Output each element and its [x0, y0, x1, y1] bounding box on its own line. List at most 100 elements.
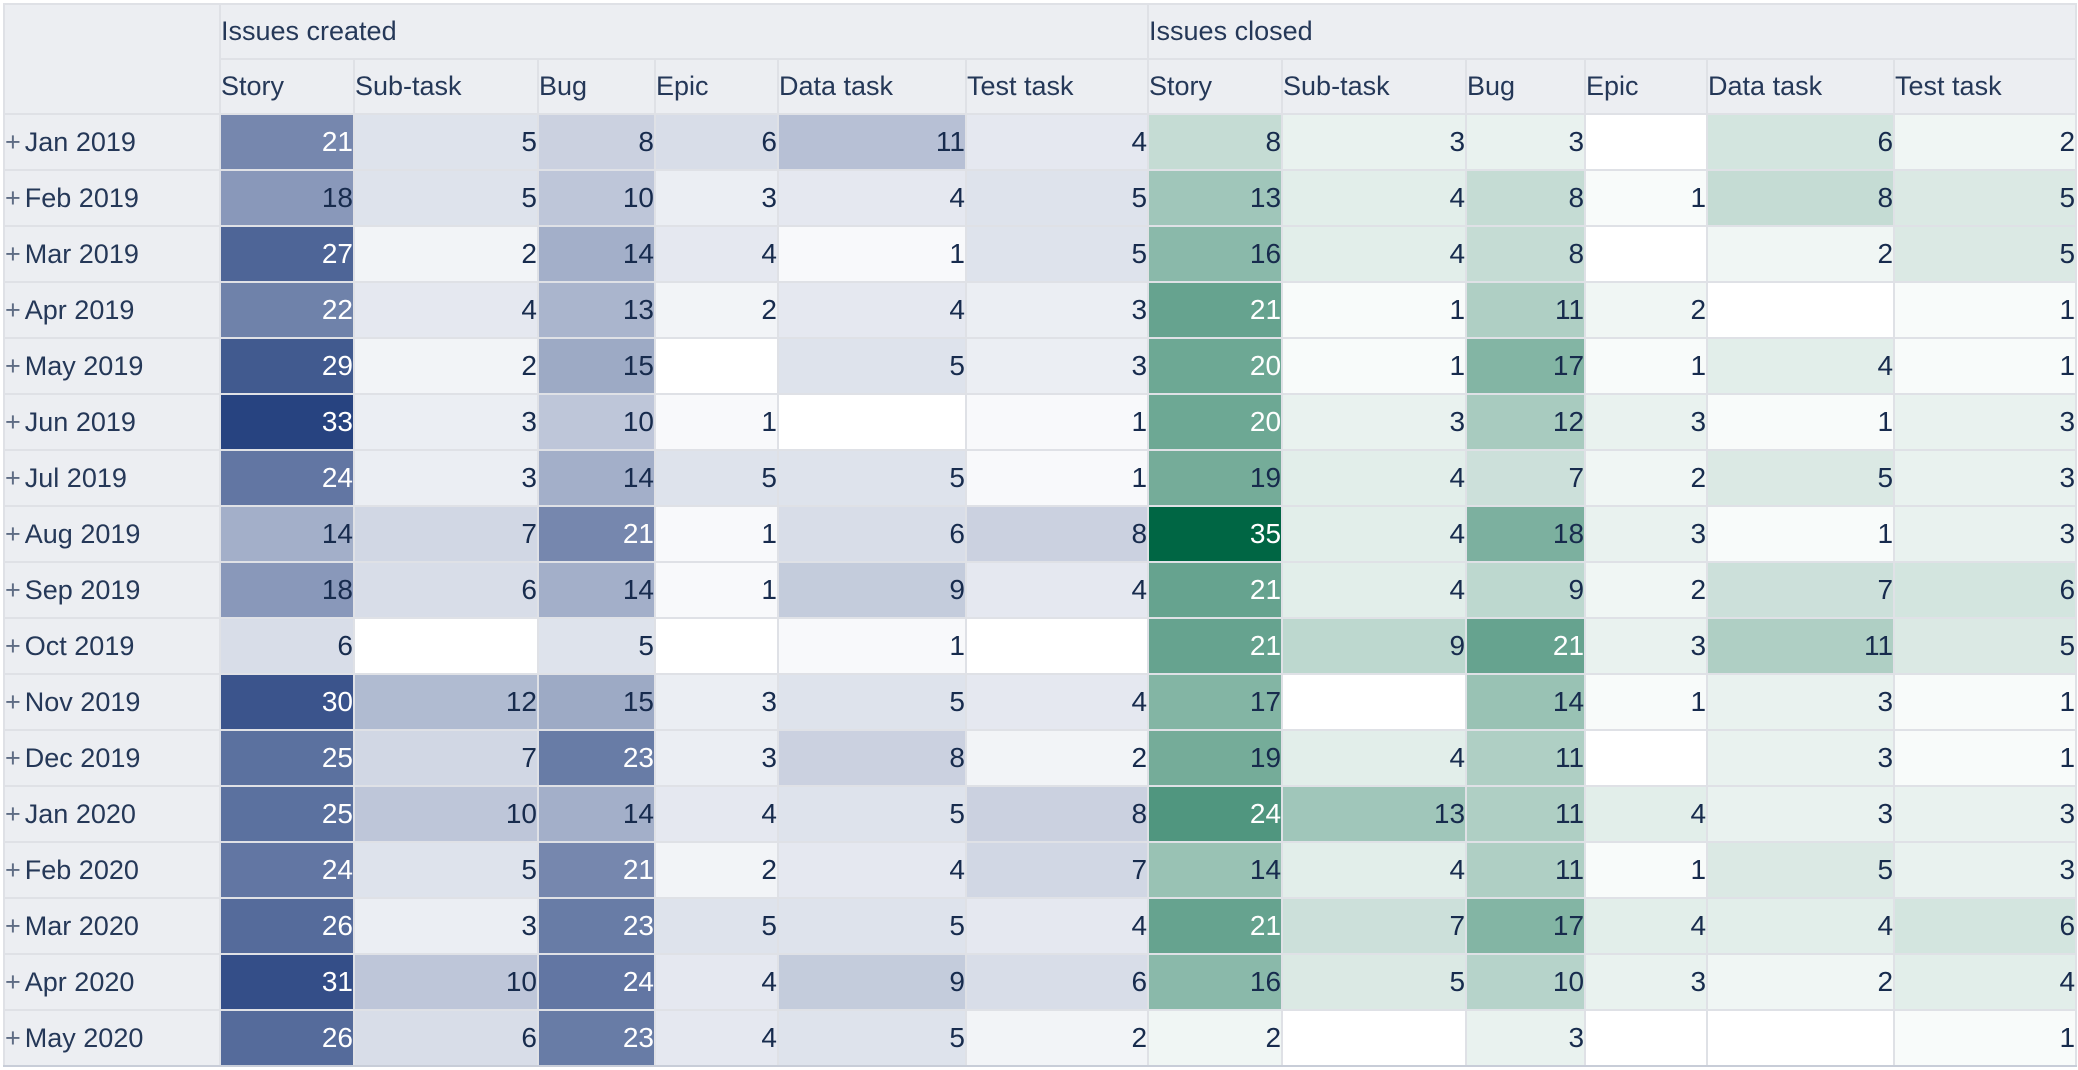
expand-icon[interactable]: + — [6, 687, 21, 717]
cell-closed-sub-task: 7 — [1281, 897, 1468, 955]
row-header[interactable]: + May 2019 — [3, 337, 221, 395]
cell-closed-story: 35 — [1147, 505, 1284, 563]
expand-icon[interactable]: + — [6, 575, 21, 605]
cell-created-epic: 5 — [654, 449, 779, 507]
cell-closed-test-task: 1 — [1893, 1009, 2078, 1067]
cell-created-data-task: 5 — [777, 673, 967, 731]
row-label: Mar 2019 — [24, 238, 139, 269]
column-header-created-test-task[interactable]: Test task — [964, 58, 1150, 115]
column-header-closed-test-task[interactable]: Test task — [1893, 58, 2078, 115]
expand-icon[interactable]: + — [6, 855, 21, 885]
cell-closed-epic: 3 — [1584, 617, 1709, 675]
row-header[interactable]: + Aug 2019 — [3, 505, 221, 563]
cell-created-epic: 1 — [654, 561, 779, 619]
cell-closed-story: 24 — [1147, 785, 1284, 843]
cell-closed-story: 14 — [1147, 841, 1284, 899]
expand-icon[interactable]: + — [6, 743, 21, 773]
cell-closed-data-task: 2 — [1706, 225, 1896, 283]
expand-icon[interactable]: + — [6, 799, 21, 829]
expand-icon[interactable]: + — [6, 463, 21, 493]
row-header[interactable]: + Feb 2020 — [3, 841, 221, 899]
cell-closed-data-task: 3 — [1706, 785, 1896, 843]
cell-created-data-task: 5 — [777, 449, 967, 507]
row-label: May 2020 — [24, 1022, 144, 1053]
cell-created-story: 22 — [219, 281, 355, 339]
table-row: + Oct 2019 6 5 1 21 9 21 3 11 5 — [3, 617, 2078, 675]
cell-created-test-task: 4 — [964, 897, 1150, 955]
column-header-closed-sub-task[interactable]: Sub-task — [1281, 58, 1468, 115]
cell-closed-story: 21 — [1147, 617, 1284, 675]
cell-created-data-task: 5 — [777, 897, 967, 955]
cell-created-epic: 4 — [654, 225, 779, 283]
row-header[interactable]: + Jan 2019 — [3, 113, 221, 171]
cell-closed-data-task: 5 — [1706, 449, 1896, 507]
cell-created-data-task: 4 — [777, 169, 967, 227]
column-header-created-story[interactable]: Story — [219, 58, 355, 115]
row-header[interactable]: + Apr 2020 — [3, 953, 221, 1011]
expand-icon[interactable]: + — [6, 127, 21, 157]
expand-icon[interactable]: + — [6, 519, 21, 549]
column-header-created-epic[interactable]: Epic — [654, 58, 779, 115]
expand-icon[interactable]: + — [6, 1023, 21, 1053]
cell-created-sub-task: 3 — [353, 393, 539, 451]
cell-created-story: 27 — [219, 225, 355, 283]
row-header[interactable]: + Nov 2019 — [3, 673, 221, 731]
row-label: Jan 2020 — [24, 798, 136, 829]
cell-created-data-task: 6 — [777, 505, 967, 563]
table-row: + Nov 2019 30 12 15 3 5 4 17 14 1 3 1 — [3, 673, 2078, 731]
row-header[interactable]: + Mar 2020 — [3, 897, 221, 955]
row-header[interactable]: + Dec 2019 — [3, 729, 221, 787]
cell-created-epic: 2 — [654, 841, 779, 899]
cell-created-data-task: 9 — [777, 953, 967, 1011]
column-header-closed-data-task[interactable]: Data task — [1706, 58, 1896, 115]
row-header[interactable]: + Mar 2019 — [3, 225, 221, 283]
cell-closed-epic — [1584, 225, 1709, 283]
column-header-created-sub-task[interactable]: Sub-task — [353, 58, 539, 115]
column-header-closed-story[interactable]: Story — [1147, 58, 1284, 115]
row-header[interactable]: + Oct 2019 — [3, 617, 221, 675]
cell-created-epic: 1 — [654, 393, 779, 451]
expand-icon[interactable]: + — [6, 239, 21, 269]
cell-created-data-task: 1 — [777, 225, 967, 283]
row-header[interactable]: + Jan 2020 — [3, 785, 221, 843]
expand-icon[interactable]: + — [6, 295, 21, 325]
row-header[interactable]: + Feb 2019 — [3, 169, 221, 227]
cell-created-story: 18 — [219, 561, 355, 619]
column-header-closed-bug[interactable]: Bug — [1465, 58, 1587, 115]
cell-closed-epic: 1 — [1584, 673, 1709, 731]
expand-icon[interactable]: + — [6, 911, 21, 941]
cell-created-sub-task: 10 — [353, 785, 539, 843]
cell-closed-sub-task: 4 — [1281, 841, 1468, 899]
row-label: Aug 2019 — [24, 518, 141, 549]
cell-closed-data-task: 1 — [1706, 505, 1896, 563]
column-header-closed-epic[interactable]: Epic — [1584, 58, 1709, 115]
row-label: Jul 2019 — [24, 462, 127, 493]
column-header-created-bug[interactable]: Bug — [537, 58, 656, 115]
cell-created-sub-task: 2 — [353, 337, 539, 395]
cell-closed-bug: 3 — [1465, 1009, 1587, 1067]
cell-created-epic — [654, 337, 779, 395]
column-header-created-data-task[interactable]: Data task — [777, 58, 967, 115]
expand-icon[interactable]: + — [6, 183, 21, 213]
expand-icon[interactable]: + — [6, 407, 21, 437]
expand-icon[interactable]: + — [6, 631, 21, 661]
cell-closed-epic: 2 — [1584, 281, 1709, 339]
cell-created-epic: 3 — [654, 169, 779, 227]
row-header[interactable]: + Apr 2019 — [3, 281, 221, 339]
row-header[interactable]: + Jun 2019 — [3, 393, 221, 451]
cell-closed-sub-task: 9 — [1281, 617, 1468, 675]
cell-created-sub-task: 4 — [353, 281, 539, 339]
cell-created-test-task: 1 — [964, 449, 1150, 507]
row-header[interactable]: + May 2020 — [3, 1009, 221, 1067]
cell-closed-epic: 3 — [1584, 953, 1709, 1011]
cell-closed-bug: 11 — [1465, 729, 1587, 787]
cell-closed-data-task — [1706, 281, 1896, 339]
expand-icon[interactable]: + — [6, 351, 21, 381]
cell-created-test-task: 2 — [964, 1009, 1150, 1067]
cell-closed-story: 8 — [1147, 113, 1284, 171]
row-header[interactable]: + Jul 2019 — [3, 449, 221, 507]
cell-closed-test-task: 1 — [1893, 729, 2078, 787]
row-header[interactable]: + Sep 2019 — [3, 561, 221, 619]
cell-created-data-task: 5 — [777, 785, 967, 843]
expand-icon[interactable]: + — [6, 967, 21, 997]
